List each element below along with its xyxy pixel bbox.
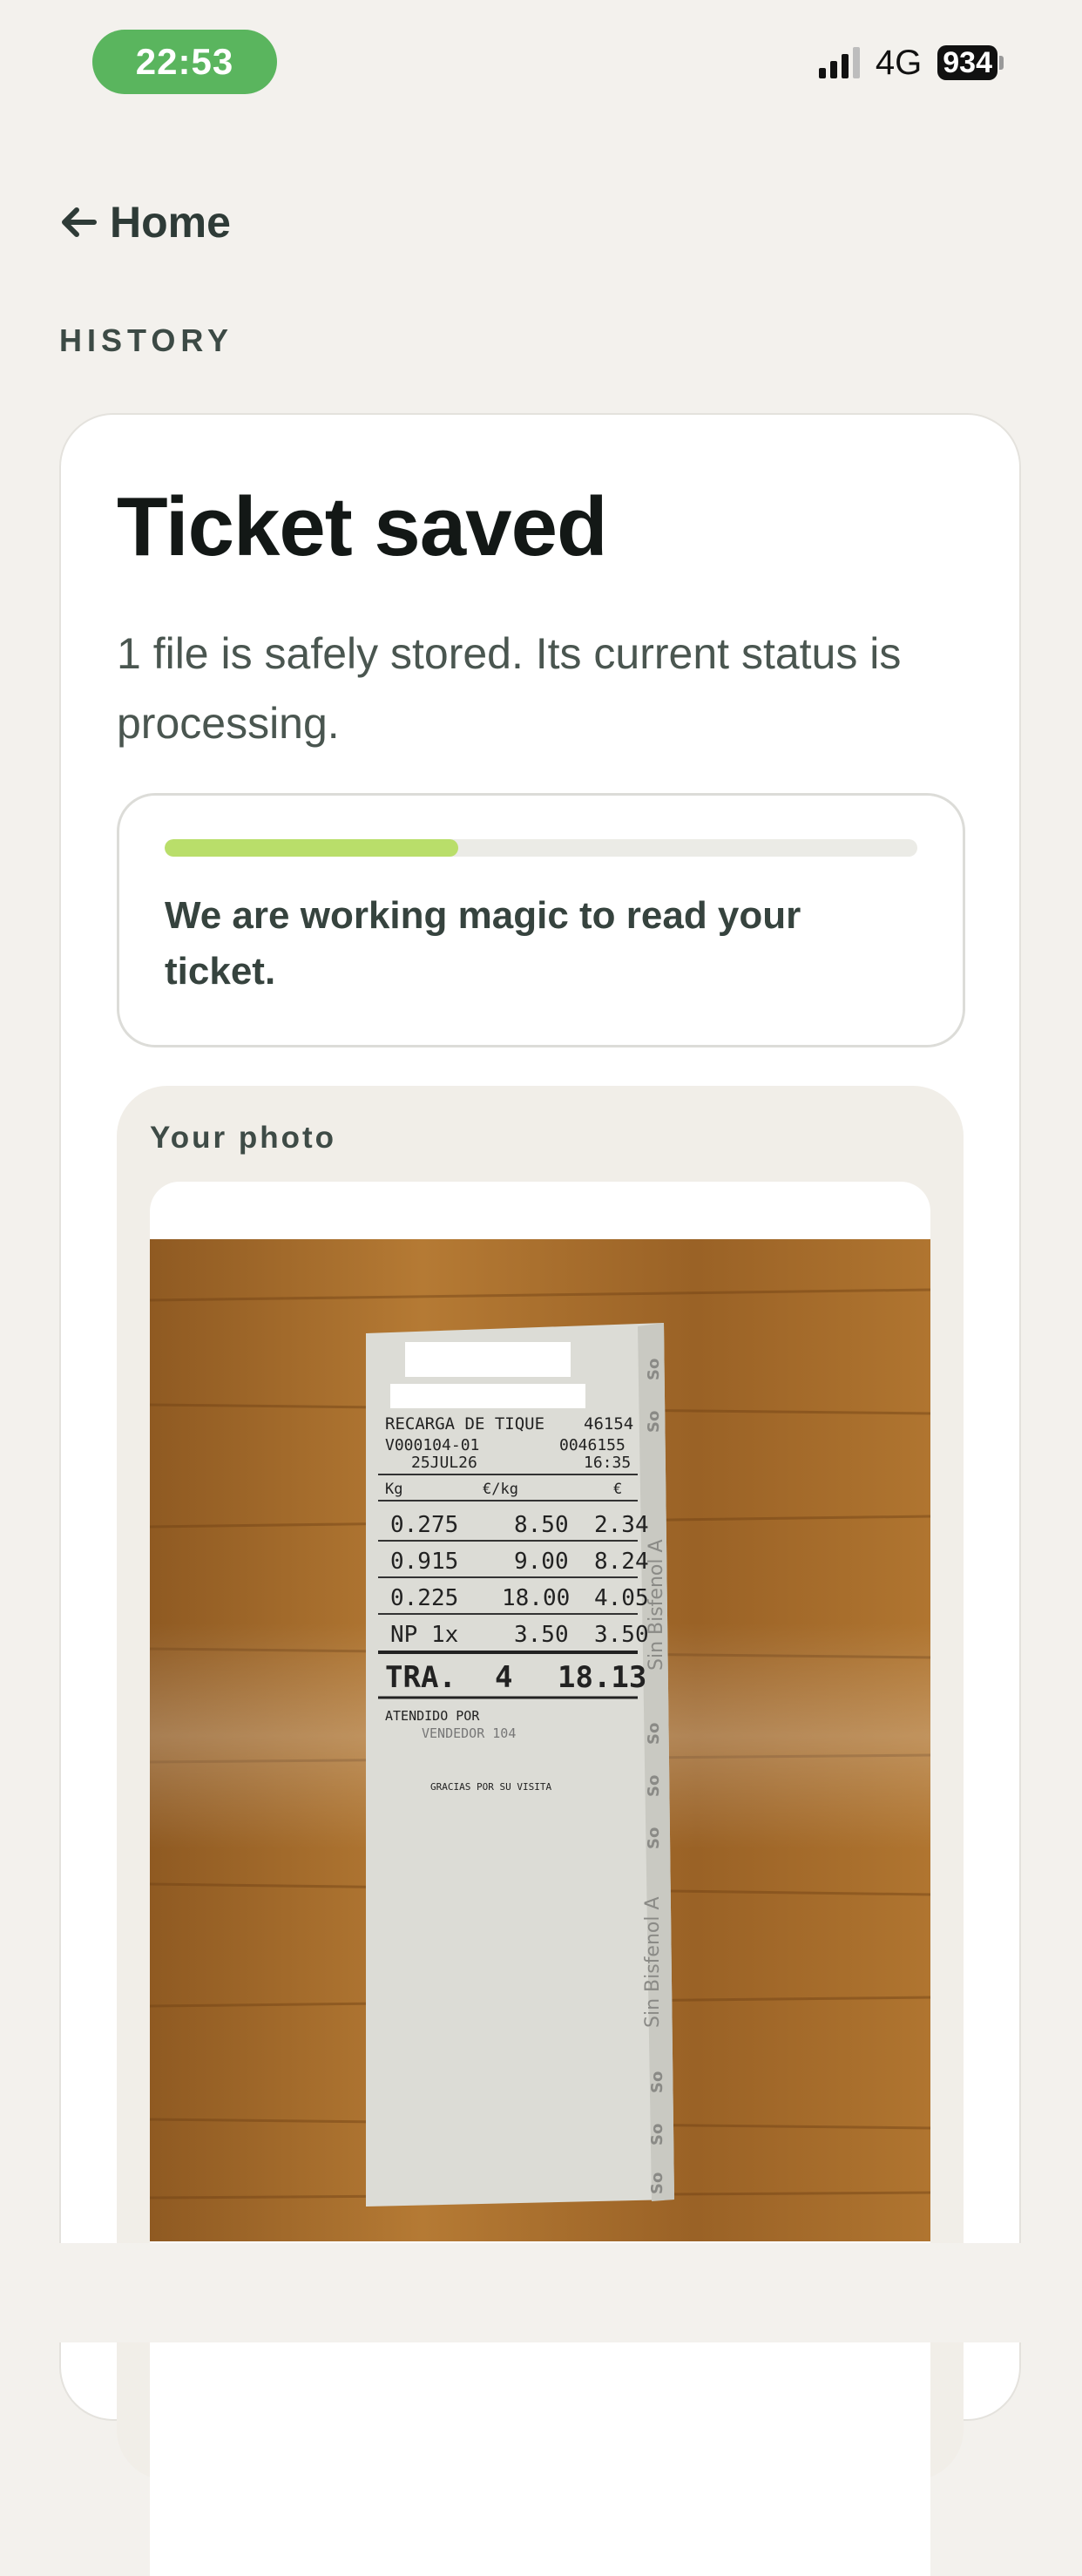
receipt-side-mark-6: So bbox=[648, 2071, 666, 2093]
receipt-total-count: 4 bbox=[495, 1660, 512, 1695]
ticket-title: Ticket saved bbox=[117, 480, 608, 573]
arrow-left-icon bbox=[62, 207, 97, 237]
receipt-time: 16:35 bbox=[584, 1454, 631, 1472]
section-heading: HISTORY bbox=[59, 322, 234, 358]
receipt-col-total: € bbox=[613, 1481, 622, 1498]
progress-bar bbox=[165, 839, 917, 857]
cellular-signal-icon bbox=[818, 47, 860, 78]
receipt-col-kg: Kg bbox=[385, 1481, 402, 1498]
receipt-side-mark-5: So bbox=[645, 1827, 663, 1849]
receipt-row-1-total: 2.34 bbox=[594, 1512, 649, 1538]
receipt-row-3-total: 4.05 bbox=[594, 1585, 649, 1611]
receipt-header: RECARGA DE TIQUE bbox=[385, 1414, 544, 1434]
receipt-terminal: V000104-01 bbox=[385, 1436, 479, 1454]
network-type: 4G bbox=[875, 43, 923, 82]
back-link-label: Home bbox=[110, 198, 231, 247]
receipt-date: 25JUL26 bbox=[411, 1454, 477, 1472]
receipt-seller: VENDEDOR 104 bbox=[422, 1725, 516, 1741]
bottom-safe-area bbox=[0, 2243, 1082, 2342]
progress-message: We are working magic to read your ticket… bbox=[165, 894, 801, 993]
back-home-link[interactable]: Home bbox=[59, 197, 231, 247]
receipt-side-mark-3: So bbox=[645, 1723, 663, 1745]
receipt-row-1-price: 8.50 bbox=[514, 1512, 569, 1538]
receipt-ticket-no: 46154 bbox=[584, 1414, 633, 1434]
status-time: 22:53 bbox=[92, 30, 277, 94]
receipt-row-3-price: 18.00 bbox=[502, 1585, 570, 1611]
receipt-row-3-qty: 0.225 bbox=[390, 1585, 458, 1611]
status-indicators: 4G 934 bbox=[818, 43, 1004, 82]
receipt-thanks: GRACIAS POR SU VISITA bbox=[430, 1781, 551, 1793]
battery-icon: 934 bbox=[937, 45, 1004, 80]
receipt-row-4-price: 3.50 bbox=[514, 1622, 569, 1648]
receipt-photo[interactable]: RECARGA DE TIQUE 46154 V000104-01 004615… bbox=[150, 1239, 930, 2241]
receipt-side-text-1: Sin Bisfenol A bbox=[646, 1539, 667, 1671]
receipt-ref: 0046155 bbox=[559, 1436, 626, 1454]
photo-label: Your photo bbox=[150, 1121, 337, 1155]
receipt-side-mark-2: So bbox=[645, 1411, 663, 1433]
battery-level: 934 bbox=[937, 45, 997, 80]
receipt-row-4-qty: NP 1x bbox=[390, 1622, 458, 1648]
receipt-total-value: 18.13 bbox=[558, 1660, 646, 1695]
receipt-total-label: TRA. bbox=[385, 1660, 456, 1695]
receipt-attended-label: ATENDIDO POR bbox=[385, 1708, 480, 1724]
receipt-side-mark-7: So bbox=[648, 2124, 666, 2146]
receipt-row-2-qty: 0.915 bbox=[390, 1549, 458, 1575]
receipt-row-1-qty: 0.275 bbox=[390, 1512, 458, 1538]
ticket-status-description: 1 file is safely stored. Its current sta… bbox=[117, 629, 902, 748]
receipt-col-price: €/kg bbox=[483, 1481, 518, 1498]
processing-status-box: We are working magic to read your ticket… bbox=[117, 793, 965, 1047]
receipt-side-mark-4: So bbox=[645, 1775, 663, 1797]
photo-frame: RECARGA DE TIQUE 46154 V000104-01 004615… bbox=[150, 1182, 930, 2576]
receipt-side-text-2: Sin Bisfenol A bbox=[642, 1896, 664, 2028]
receipt-row-2-total: 8.24 bbox=[594, 1549, 649, 1575]
receipt-row-2-price: 9.00 bbox=[514, 1549, 569, 1575]
receipt-side-mark-1: So bbox=[645, 1359, 663, 1380]
receipt-photo-image: RECARGA DE TIQUE 46154 V000104-01 004615… bbox=[150, 1239, 930, 2241]
ticket-card: Ticket saved 1 file is safely stored. It… bbox=[59, 413, 1021, 2576]
receipt-row-4-total: 3.50 bbox=[594, 1622, 649, 1648]
progress-bar-fill bbox=[165, 839, 458, 857]
receipt-side-mark-8: So bbox=[648, 2173, 666, 2194]
